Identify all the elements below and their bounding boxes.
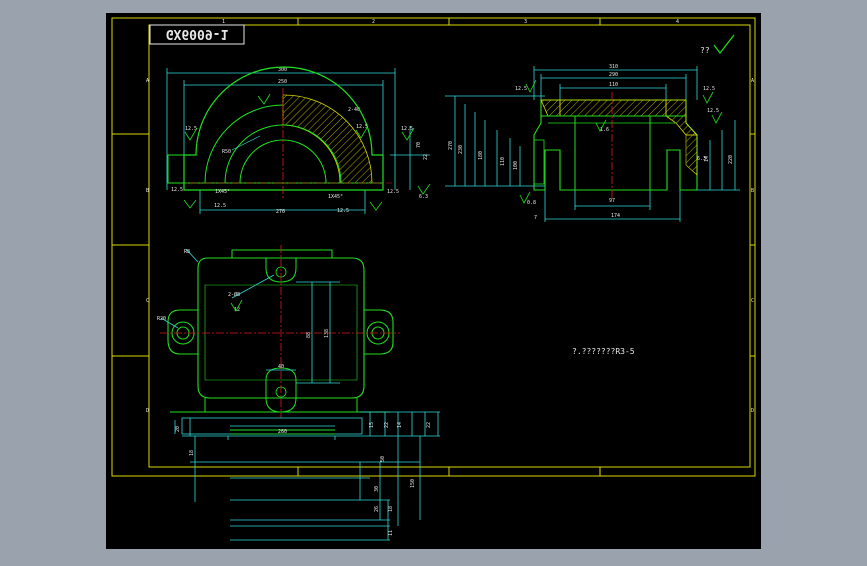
section-right-dim-3: 6.3 (697, 156, 706, 162)
front-rough-8: 12.5 (337, 208, 349, 214)
cad-viewer: 1 2 3 4 A B C D A B C D GX6009-1 ?? 300 … (0, 0, 867, 562)
section-small-dim-1: 0.8 (527, 200, 536, 206)
zone-label-top-3: 3 (524, 19, 527, 25)
front-depth-label: 70 (416, 142, 422, 148)
section-rough-1: 12.5 (515, 86, 527, 92)
front-rough-7: 12.5 (387, 189, 399, 195)
plan-dim-small: 40 (278, 364, 284, 370)
bottom-left-dim-2: 18 (189, 450, 195, 456)
plan-dim-vertical-1: 88 (306, 332, 312, 338)
bottom-right-dim-4: 22 (426, 422, 432, 428)
zone-label-side-d: D (146, 408, 149, 414)
section-side-dim-3: 180 (478, 151, 484, 160)
bottom-right-dim-2: 22 (384, 422, 390, 428)
front-rough-5: 12.5 (214, 203, 226, 209)
bottom-right-dim-3: 14 (397, 422, 403, 428)
section-side-dim-4: 110 (500, 157, 506, 166)
bottom-tall-label: 150 (410, 479, 416, 488)
bottom-col-label-2: 30 (374, 486, 380, 492)
section-rough-2: 12.5 (703, 86, 715, 92)
plan-slot-radius: R20 (157, 316, 166, 322)
drawing-number: GX6009-1 (166, 26, 229, 41)
section-dim-top-1: 310 (609, 64, 618, 70)
section-right-dim-2: 220 (728, 155, 734, 164)
front-width-label: 22 (423, 154, 429, 160)
front-dim-bottom: 270 (276, 209, 285, 215)
bottom-col-label-1: 50 (380, 456, 386, 462)
zone-label-top-4: 4 (676, 19, 679, 25)
section-small-dim-2: 7 (534, 215, 537, 221)
zone-label-right-b: B (751, 188, 754, 194)
front-chamfer-left: 1X45° (215, 189, 230, 195)
front-rough-4: 12.5 (171, 187, 183, 193)
check-label: ?? (700, 46, 710, 55)
zone-label-right-c: C (751, 298, 754, 304)
zone-label-top-2: 2 (372, 19, 375, 25)
front-radius-label: R50 (222, 149, 231, 155)
drawing-sheet (106, 13, 761, 549)
section-dim-top-2: 290 (609, 72, 618, 78)
bottom-col-label-4: 18 (388, 506, 394, 512)
section-dim-top-3: 110 (609, 82, 618, 88)
front-chamfer-right: 1X45° (328, 194, 343, 200)
front-rough-6: 6.3 (419, 194, 428, 200)
technical-note: ?.???????R3-5 (572, 347, 635, 356)
section-dim-base: 97 (609, 198, 615, 204)
front-dim-overall: 300 (278, 67, 287, 73)
bottom-left-dim-1: 20 (175, 426, 181, 432)
section-hatch-top (559, 99, 667, 117)
section-side-dim-5: 100 (513, 161, 519, 170)
bottom-base-width: 260 (278, 429, 287, 435)
bottom-col-label-3: 26 (374, 506, 380, 512)
bottom-right-dim-1: 15 (369, 422, 375, 428)
bottom-col-label-5: 11 (388, 530, 394, 536)
zone-label-side-b: B (146, 188, 149, 194)
section-dim-bottom: 174 (611, 213, 620, 219)
zone-label-top-1: 1 (222, 19, 225, 25)
drawing-canvas: 1 2 3 4 A B C D A B C D GX6009-1 ?? 300 … (106, 13, 761, 549)
plan-hole-label: 2-Ø8 (228, 291, 240, 298)
plan-corner-radius: R8 (184, 249, 190, 255)
zone-label-side-a: A (146, 78, 149, 84)
section-side-dim-2: 230 (458, 145, 464, 154)
section-rough-4: 12.5 (707, 108, 719, 114)
front-rough-3: 12.5 (401, 126, 413, 132)
plan-dim-vertical-2: 138 (324, 329, 330, 338)
zone-label-right-a: A (751, 78, 754, 84)
zone-label-side-c: C (146, 298, 149, 304)
zone-label-right-d: D (751, 408, 754, 414)
front-dim-inner: 250 (278, 79, 287, 85)
section-side-dim-1: 270 (448, 141, 454, 150)
